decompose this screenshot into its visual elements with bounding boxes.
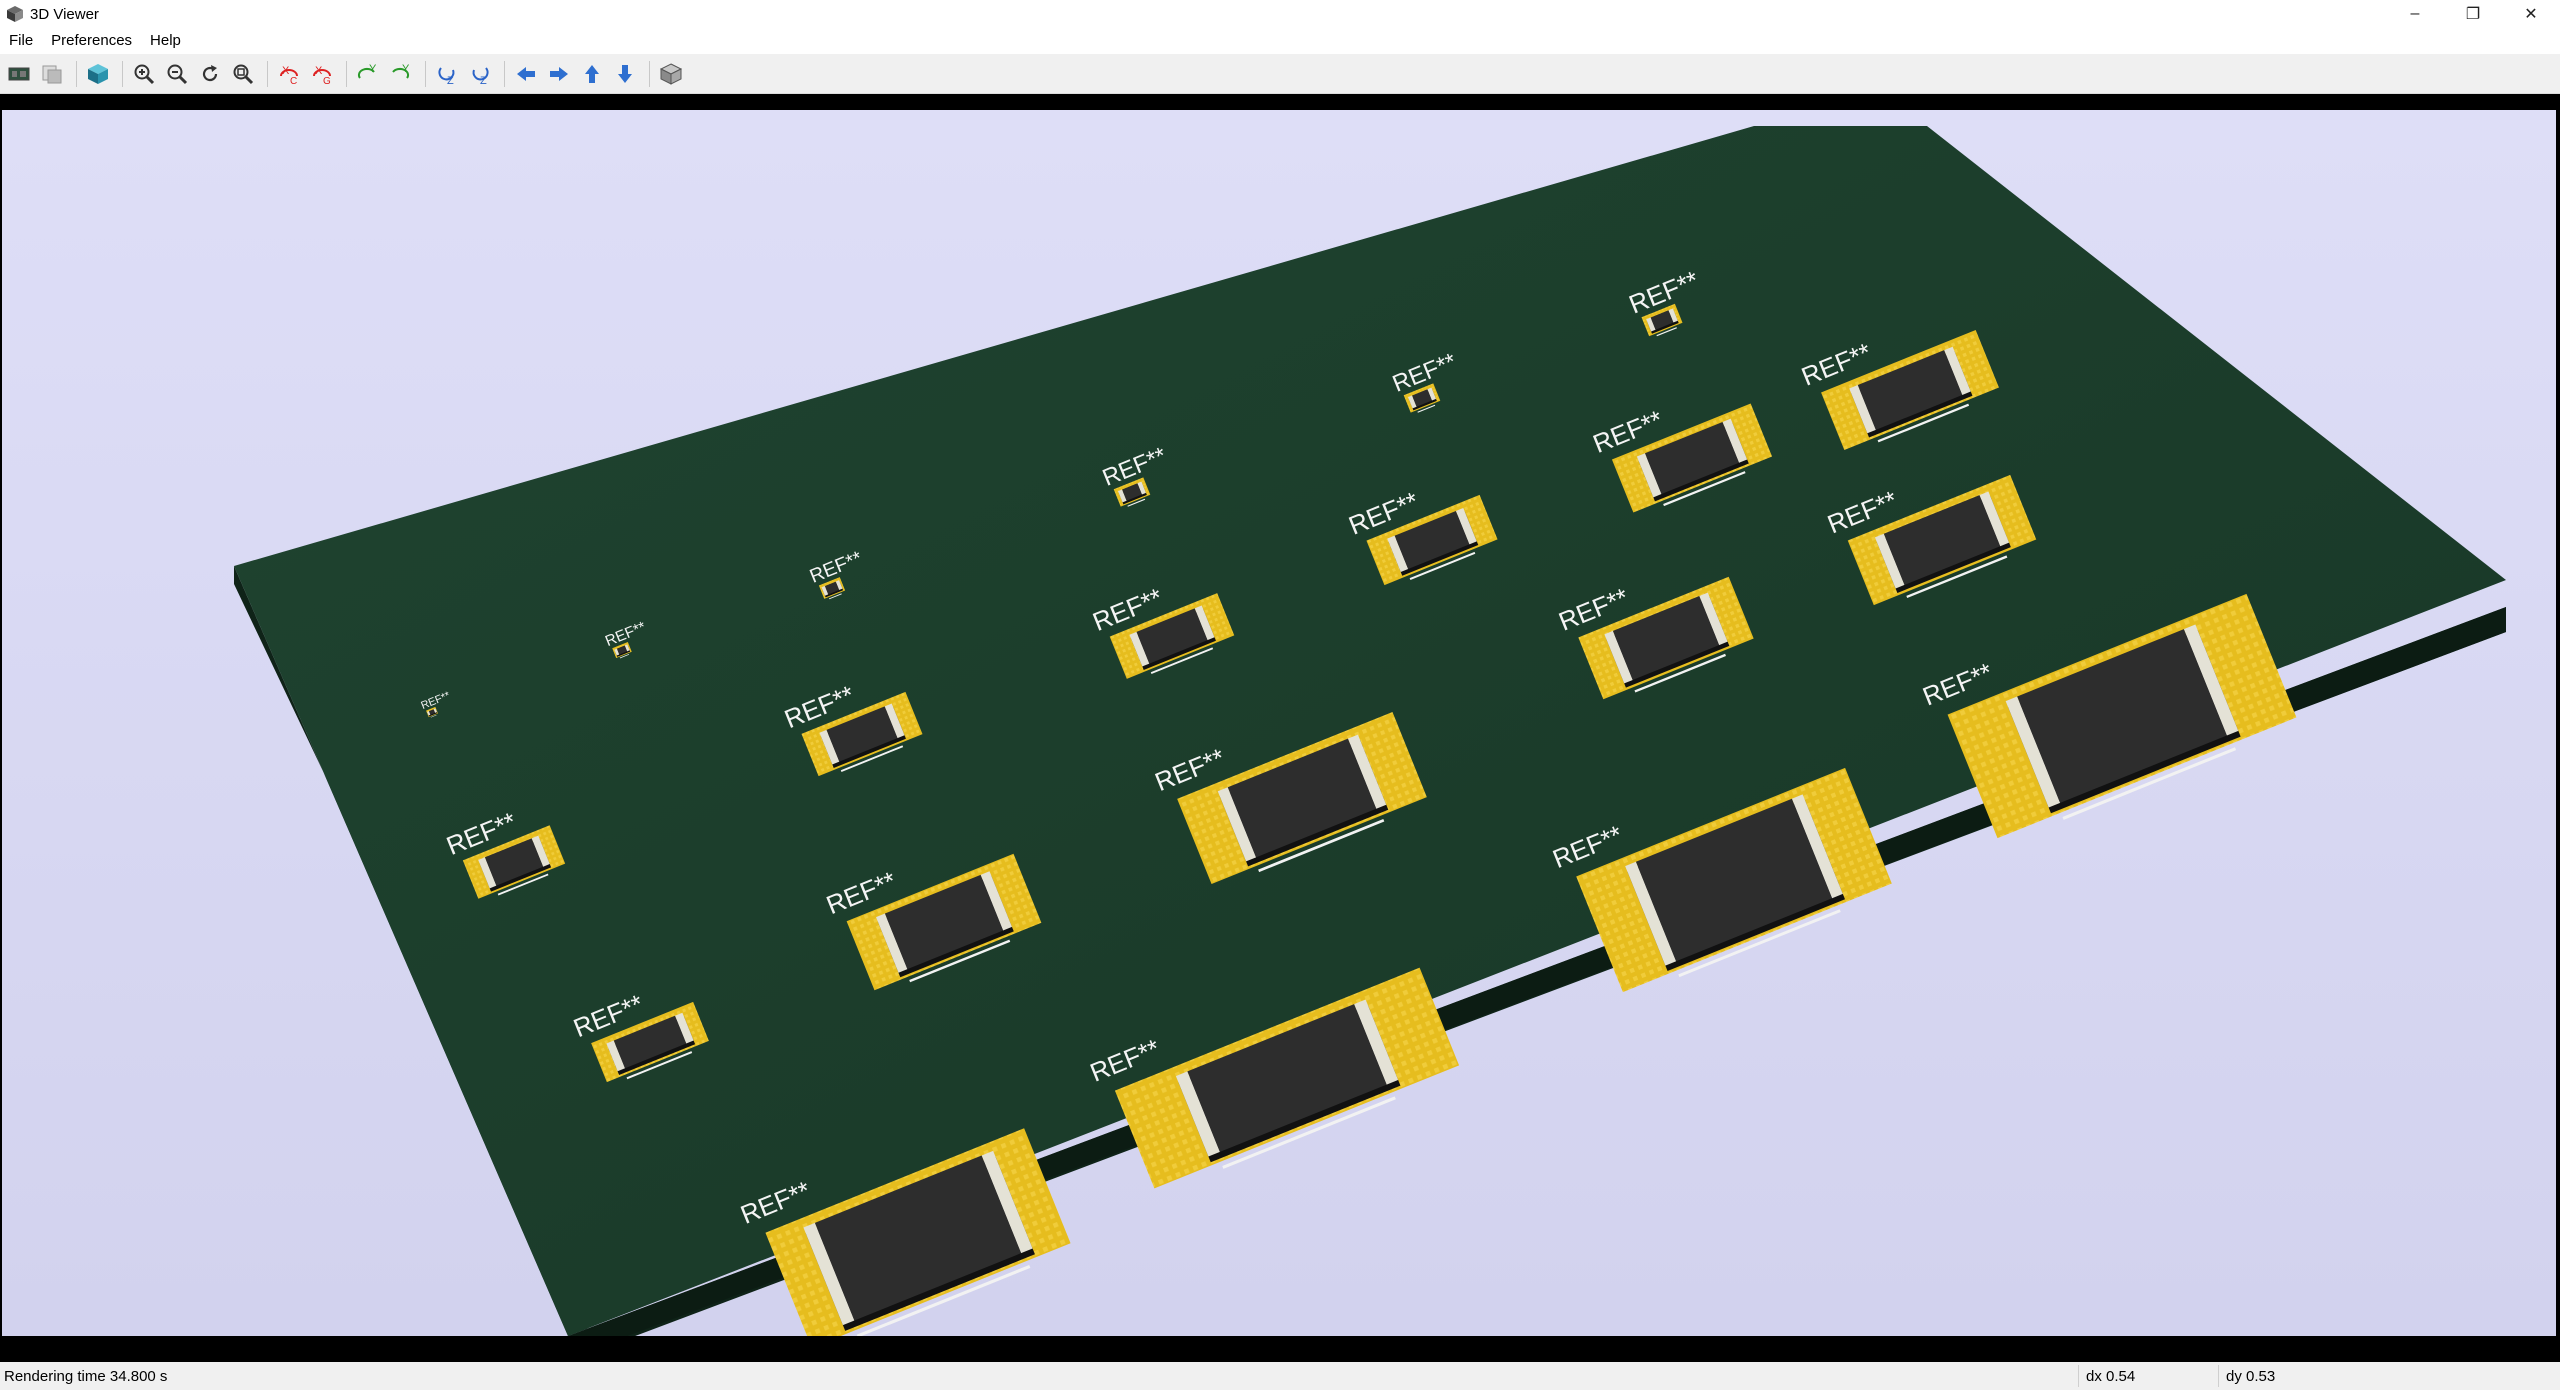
- rotate-z-cw-button[interactable]: Z: [432, 59, 462, 89]
- window-title: 3D Viewer: [30, 5, 99, 23]
- app-cube-icon: [7, 6, 23, 22]
- svg-text:Z: Z: [480, 75, 487, 86]
- zoom-out-icon: [167, 64, 188, 84]
- copy-image-button[interactable]: [37, 59, 67, 89]
- raytrace-button[interactable]: [83, 59, 113, 89]
- rotate-z-cw-icon: Z: [438, 66, 455, 86]
- move-down-icon: [618, 64, 632, 83]
- rotate-y-ccw-button[interactable]: Y: [386, 59, 416, 89]
- rotate-x-cw-button[interactable]: XC: [274, 59, 304, 89]
- restore-button[interactable]: ❐: [2444, 0, 2502, 28]
- dx-readout: dx 0.54: [2086, 1368, 2136, 1385]
- dy-readout: dy 0.53: [2226, 1368, 2276, 1385]
- 3d-viewport[interactable]: REF** REF** REF** REF** REF** REF** REF** REF**…: [0, 94, 2560, 1362]
- zoom-in-icon: [134, 64, 155, 84]
- close-button[interactable]: ✕: [2502, 0, 2560, 28]
- svg-text:X: X: [315, 65, 323, 77]
- toolbar-separator: [649, 60, 650, 87]
- toolbar-separator: [122, 60, 123, 87]
- render-icon: [8, 67, 30, 80]
- redraw-button[interactable]: [195, 59, 225, 89]
- move-left-button[interactable]: [511, 59, 541, 89]
- window-controls: – ❐ ✕: [2386, 0, 2560, 28]
- minimize-button[interactable]: –: [2386, 0, 2444, 28]
- status-separator: [2218, 1365, 2219, 1387]
- move-up-button[interactable]: [577, 59, 607, 89]
- svg-text:X: X: [282, 65, 290, 77]
- title-bar: 3D Viewer – ❐ ✕: [0, 0, 2560, 28]
- render-button[interactable]: [4, 59, 34, 89]
- toolbar: XC XG Y Y Z Z: [0, 54, 2560, 94]
- ortho-button[interactable]: [656, 59, 686, 89]
- rotate-y-cw-button[interactable]: Y: [353, 59, 383, 89]
- move-down-button[interactable]: [610, 59, 640, 89]
- menu-preferences[interactable]: Preferences: [42, 28, 141, 54]
- toolbar-separator: [504, 60, 505, 87]
- rotate-x-ccw-icon: XG: [313, 65, 331, 86]
- rotate-z-ccw-icon: Z: [472, 66, 489, 86]
- status-bar: Rendering time 34.800 s dx 0.54 dy 0.53: [0, 1362, 2560, 1390]
- rotate-x-cw-icon: XC: [280, 65, 298, 86]
- toolbar-separator: [425, 60, 426, 87]
- svg-text:Y: Y: [369, 63, 377, 75]
- zoom-fit-icon: [233, 64, 254, 84]
- toolbar-separator: [76, 60, 77, 87]
- move-left-icon: [517, 66, 535, 81]
- rotate-x-ccw-button[interactable]: XG: [307, 59, 337, 89]
- zoom-fit-button[interactable]: [228, 59, 258, 89]
- redraw-icon: [202, 64, 218, 81]
- menu-bar: File Preferences Help: [0, 28, 2560, 54]
- toolbar-separator: [267, 60, 268, 87]
- toolbar-separator: [346, 60, 347, 87]
- rotate-y-ccw-icon: Y: [392, 63, 410, 79]
- copy-image-icon: [42, 65, 62, 83]
- move-up-icon: [585, 64, 599, 83]
- svg-text:Y: Y: [402, 63, 410, 75]
- svg-text:G: G: [323, 76, 331, 86]
- status-separator: [2078, 1365, 2079, 1387]
- zoom-out-button[interactable]: [162, 59, 192, 89]
- svg-text:Z: Z: [447, 75, 454, 86]
- move-right-button[interactable]: [544, 59, 574, 89]
- pcb-scene[interactable]: REF**REF**REF**REF**REF**REF**REF**REF**…: [2, 110, 2556, 1336]
- svg-text:C: C: [290, 76, 297, 86]
- rotate-z-ccw-button[interactable]: Z: [465, 59, 495, 89]
- menu-help[interactable]: Help: [141, 28, 190, 54]
- ortho-cube-icon: [659, 62, 683, 85]
- zoom-in-button[interactable]: [129, 59, 159, 89]
- rotate-y-cw-icon: Y: [357, 63, 377, 79]
- menu-file[interactable]: File: [0, 28, 42, 54]
- raytrace-cube-icon: [88, 63, 108, 84]
- move-right-icon: [550, 66, 568, 81]
- render-time-label: Rendering time 34.800 s: [4, 1368, 168, 1385]
